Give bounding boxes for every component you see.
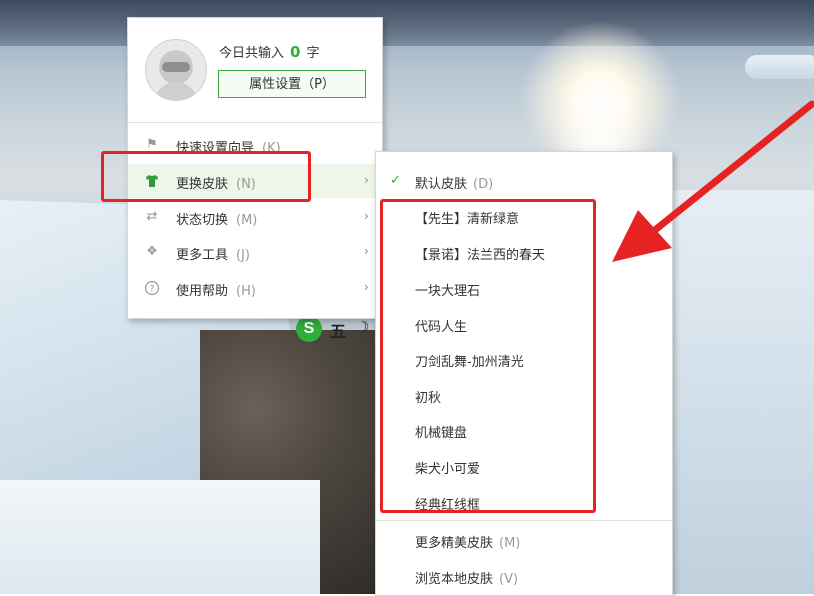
avatar-goggles [162, 62, 190, 72]
chevron-right-icon: › [364, 244, 369, 258]
tools-icon: ❖ [146, 244, 158, 259]
count-value: 0 [290, 43, 301, 61]
skin-item-label: 更多精美皮肤 (M) [415, 536, 521, 551]
checkmark-icon: ✓ [390, 173, 401, 188]
avatar-body [154, 82, 198, 100]
ime-status-bar[interactable]: S 五 ☽ [296, 316, 376, 342]
local-skins-item[interactable]: 浏览本地皮肤 (V) [376, 562, 672, 592]
ime-mode-indicator[interactable]: 五 [330, 318, 346, 342]
help-icon: ? [144, 280, 160, 296]
ice-block-bottom [0, 480, 320, 594]
chevron-right-icon: › [364, 209, 369, 223]
chevron-right-icon: › [364, 280, 369, 294]
typing-count: 今日共输入 0 字 [219, 42, 319, 61]
ice-block-right [665, 190, 814, 594]
svg-text:?: ? [150, 285, 155, 295]
menu-divider [128, 122, 382, 123]
annotation-box-skin-list [380, 199, 596, 513]
sogou-logo-icon[interactable]: S [296, 316, 322, 342]
switch-icon: ⇄ [146, 209, 158, 224]
mountain-range [0, 0, 814, 46]
menu-divider [376, 520, 672, 521]
count-suffix: 字 [306, 46, 320, 61]
chevron-right-icon: › [364, 173, 369, 187]
menu-item-help[interactable]: ? 使用帮助 (H) › [128, 271, 382, 305]
property-settings-button[interactable]: 属性设置（P） [218, 70, 366, 98]
moon-icon[interactable]: ☽ [356, 318, 369, 336]
skin-item-default[interactable]: ✓ 默认皮肤 (D) [376, 167, 672, 197]
menu-item-state-switch[interactable]: ⇄ 状态切换 (M) › [128, 200, 382, 234]
menu-item-label: 更多工具 (J) [176, 248, 250, 263]
annotation-box-change-skin [101, 151, 311, 202]
ice-floe [745, 55, 814, 79]
menu-item-label: 使用帮助 (H) [176, 284, 256, 299]
menu-item-label: 状态切换 (M) [176, 213, 258, 228]
skin-item-label: 默认皮肤 (D) [415, 177, 494, 192]
skin-item-label: 浏览本地皮肤 (V) [415, 572, 519, 587]
count-prefix: 今日共输入 [219, 46, 285, 61]
avatar[interactable] [145, 39, 207, 101]
menu-item-more-tools[interactable]: ❖ 更多工具 (J) › [128, 235, 382, 269]
more-skins-item[interactable]: 更多精美皮肤 (M) [376, 526, 672, 556]
